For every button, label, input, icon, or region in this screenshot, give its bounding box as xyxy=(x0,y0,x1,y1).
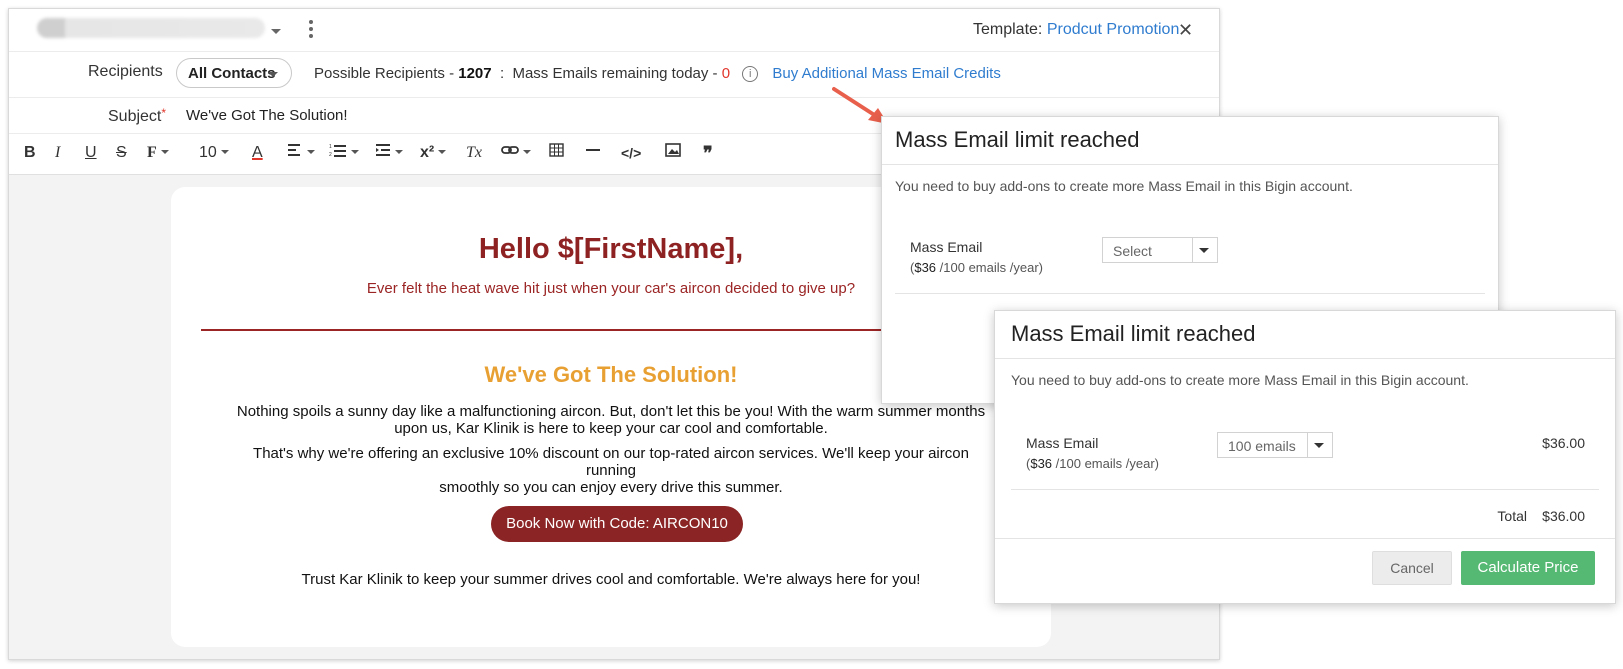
select-value: Select xyxy=(1113,243,1152,259)
possible-recipients-count: 1207 xyxy=(458,65,492,82)
font-family-icon[interactable]: F xyxy=(147,143,169,163)
book-now-button[interactable]: Book Now with Code: AIRCON10 xyxy=(491,506,743,542)
bold-icon[interactable]: B xyxy=(24,143,36,163)
indent-icon[interactable] xyxy=(375,143,403,163)
chevron-down-icon xyxy=(1314,443,1324,448)
quote-icon[interactable]: ❞ xyxy=(703,143,713,163)
chevron-down-icon xyxy=(1199,248,1209,253)
paragraph-2-line-1: That's why we're offering an exclusive 1… xyxy=(253,445,969,479)
paragraph-2-line-2: smoothly so you can enjoy every drive th… xyxy=(439,479,783,496)
price-rest: /100 emails /year) xyxy=(1052,456,1159,471)
modal-footer-divider xyxy=(995,538,1615,539)
link-icon[interactable] xyxy=(501,143,531,163)
template-name-link[interactable]: Prodcut Promotion xyxy=(1047,21,1180,38)
select-divider xyxy=(1192,238,1193,262)
template-indicator: Template: Prodcut Promotion xyxy=(973,21,1179,39)
recipients-select-value: All Contacts xyxy=(188,65,276,82)
font-size-select[interactable]: 10 xyxy=(199,143,229,163)
info-icon[interactable]: i xyxy=(742,66,759,82)
image-icon[interactable] xyxy=(665,143,681,163)
composer-header: Template: Prodcut Promotion ✕ xyxy=(9,9,1219,52)
italic-icon[interactable]: I xyxy=(55,143,60,163)
addon-quantity-select[interactable]: Select xyxy=(1102,237,1218,263)
modal-title: Mass Email limit reached xyxy=(1011,321,1256,346)
possible-recipients-label: Possible Recipients - xyxy=(314,65,455,82)
price-value: $36 xyxy=(914,260,937,275)
modal-header-divider xyxy=(995,358,1615,359)
font-size-value: 10 xyxy=(199,144,217,161)
subject-label-text: Subject xyxy=(108,108,162,125)
remaining-label: Mass Emails remaining today - xyxy=(512,65,718,82)
price-rest: /100 emails /year) xyxy=(936,260,1043,275)
modal-description: You need to buy add-ons to create more M… xyxy=(1011,372,1469,388)
email-paragraph-1: Nothing spoils a sunny day like a malfun… xyxy=(226,403,996,437)
subject-input[interactable]: We've Got The Solution! xyxy=(186,107,348,124)
line-amount: $36.00 xyxy=(1542,435,1585,451)
modal-title: Mass Email limit reached xyxy=(895,127,1140,152)
total-label: Total xyxy=(1497,508,1527,524)
modal-divider xyxy=(895,293,1485,294)
total-amount: $36.00 xyxy=(1542,508,1585,524)
font-color-icon[interactable]: A xyxy=(252,143,263,163)
close-icon[interactable]: ✕ xyxy=(1178,21,1193,39)
select-value: 100 emails xyxy=(1228,438,1296,454)
underline-icon[interactable]: U xyxy=(85,143,97,163)
chevron-down-icon[interactable] xyxy=(271,29,281,34)
clear-format-icon[interactable]: Tx xyxy=(466,143,482,163)
paragraph-1-line-1: Nothing spoils a sunny day like a malfun… xyxy=(236,403,986,420)
font-family-glyph: F xyxy=(147,144,157,161)
recipients-row: Recipients All Contacts Possible Recipie… xyxy=(9,51,1219,98)
modal-divider xyxy=(1011,489,1599,490)
remaining-count: 0 xyxy=(721,65,731,82)
buy-credits-link[interactable]: Buy Additional Mass Email Credits xyxy=(772,65,1000,82)
recipients-label: Recipients xyxy=(88,63,163,80)
price-value: $36 xyxy=(1030,456,1053,471)
select-divider xyxy=(1307,433,1308,457)
subject-label: Subject* xyxy=(108,106,166,126)
superscript-glyph: x² xyxy=(420,144,435,161)
strikethrough-icon[interactable]: S xyxy=(116,143,127,163)
recipients-select[interactable]: All Contacts xyxy=(176,58,292,88)
horizontal-rule-icon[interactable] xyxy=(586,143,600,163)
recipient-stats: Possible Recipients - 1207 : Mass Emails… xyxy=(314,65,1001,82)
paragraph-1-line-2: upon us, Kar Klinik is here to keep your… xyxy=(394,420,828,437)
list-icon[interactable]: 12 xyxy=(329,143,359,163)
email-paragraph-2: That's why we're offering an exclusive 1… xyxy=(226,445,996,496)
template-prefix: Template: xyxy=(973,21,1043,38)
code-icon[interactable]: </> xyxy=(621,143,641,163)
required-mark: * xyxy=(161,106,167,120)
addon-item-price: ($36 /100 emails /year) xyxy=(1026,456,1159,471)
addon-item-name: Mass Email xyxy=(1026,435,1099,451)
mass-email-limit-modal: Mass Email limit reached You need to buy… xyxy=(994,310,1616,604)
svg-text:1: 1 xyxy=(329,144,332,150)
email-closing: Trust Kar Klinik to keep your summer dri… xyxy=(301,571,921,588)
addon-item-price: ($36 /100 emails /year) xyxy=(910,260,1043,275)
superscript-icon[interactable]: x² xyxy=(420,143,447,163)
chevron-down-icon xyxy=(268,72,278,77)
more-options-icon[interactable] xyxy=(309,20,313,41)
addon-item-name: Mass Email xyxy=(910,239,983,255)
cancel-button[interactable]: Cancel xyxy=(1372,551,1452,585)
calculate-price-button[interactable]: Calculate Price xyxy=(1461,551,1595,585)
modal-description: You need to buy add-ons to create more M… xyxy=(895,178,1353,194)
stats-separator: : xyxy=(499,65,505,82)
modal-header-divider xyxy=(882,164,1498,165)
addon-quantity-select[interactable]: 100 emails xyxy=(1217,432,1333,458)
from-address-blurred[interactable] xyxy=(37,18,265,38)
table-icon[interactable] xyxy=(549,143,564,163)
align-icon[interactable] xyxy=(287,143,315,163)
svg-text:2: 2 xyxy=(329,152,332,157)
